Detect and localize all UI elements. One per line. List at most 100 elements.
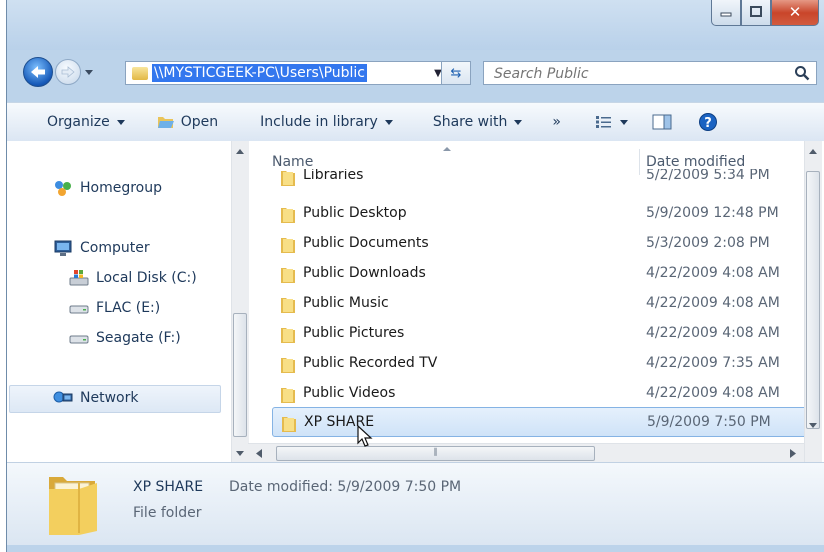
recent-pages-dropdown-icon[interactable] (85, 70, 93, 75)
preview-pane-button[interactable] (652, 114, 672, 130)
scroll-thumb[interactable] (806, 171, 820, 429)
open-folder-icon (157, 117, 174, 128)
address-path[interactable]: \\MYSTICGEEK-PC\Users\Public (152, 64, 367, 82)
folder-icon (281, 358, 295, 373)
minimize-icon (720, 12, 732, 16)
nav-item-homegroup[interactable]: Homegroup (53, 179, 162, 197)
drive-icon (69, 329, 89, 347)
nav-label: Computer (80, 240, 150, 256)
search-icon[interactable] (794, 65, 810, 81)
help-icon: ? (698, 113, 717, 131)
file-row[interactable]: Libraries 5/2/2009 5:34 PM (248, 169, 804, 193)
file-row[interactable]: Public Desktop 5/9/2009 12:48 PM (248, 199, 804, 229)
file-row[interactable]: Public Pictures 4/22/2009 4:08 AM (248, 319, 804, 349)
nav-item-flac[interactable]: FLAC (E:) (69, 299, 160, 317)
file-row[interactable]: Public Downloads 4/22/2009 4:08 AM (248, 259, 804, 289)
scroll-up-icon[interactable] (236, 149, 244, 154)
navigation-bar: \\MYSTICGEEK-PC\Users\Public ▼ ⇆ (7, 52, 824, 92)
share-with-button[interactable]: Share with (433, 114, 523, 130)
scroll-right-icon[interactable] (790, 449, 796, 458)
nav-item-local-disk[interactable]: Local Disk (C:) (69, 269, 197, 287)
help-button[interactable]: ? (698, 112, 718, 132)
homegroup-icon (53, 179, 73, 197)
file-list[interactable]: Name Date modified Libraries 5/2/2009 5:… (248, 141, 804, 462)
forward-button[interactable] (55, 59, 81, 85)
folder-icon (281, 171, 295, 186)
column-header-name[interactable]: Name (272, 154, 313, 170)
nav-item-seagate[interactable]: Seagate (F:) (69, 329, 181, 347)
file-row[interactable]: Public Recorded TV 4/22/2009 7:35 AM (248, 349, 804, 379)
drive-icon (69, 299, 89, 317)
organize-button[interactable]: Organize (47, 114, 125, 130)
include-in-library-button[interactable]: Include in library (260, 114, 393, 130)
details-item-type: File folder (133, 505, 202, 521)
scroll-up-icon[interactable] (809, 149, 817, 154)
mouse-pointer-icon (357, 425, 373, 447)
folder-icon (281, 328, 295, 343)
file-row-selected[interactable]: XP SHARE 5/9/2009 7:50 PM (272, 407, 804, 437)
details-date-modified: Date modified: 5/9/2009 7:50 PM (229, 479, 462, 495)
network-icon (53, 389, 73, 407)
file-date: 5/9/2009 12:48 PM (646, 205, 779, 221)
nav-item-computer[interactable]: Computer (53, 239, 150, 257)
file-name: Public Desktop (303, 205, 407, 221)
sort-ascending-icon (443, 147, 451, 151)
close-button[interactable]: ✕ (771, 0, 819, 26)
file-row[interactable]: Public Videos 4/22/2009 4:08 AM (248, 379, 804, 409)
folder-icon (132, 66, 148, 80)
open-button[interactable]: Open (157, 114, 218, 130)
file-name: Public Videos (303, 385, 396, 401)
search-input[interactable] (492, 63, 786, 85)
nav-label: Network (80, 390, 139, 406)
minimize-button[interactable] (711, 0, 741, 26)
more-commands-label: » (552, 114, 561, 130)
scroll-down-icon[interactable] (809, 423, 817, 428)
command-bar: Organize Open Include in library Share w… (7, 102, 824, 142)
refresh-icon: ⇆ (450, 65, 462, 81)
nav-label: Homegroup (80, 180, 163, 196)
file-row[interactable]: Public Music 4/22/2009 4:08 AM (248, 289, 804, 319)
file-name: Public Documents (303, 235, 429, 251)
windows-drive-icon (69, 269, 89, 287)
navigation-pane[interactable]: Homegroup Computer Local Disk (C:) FLAC … (7, 141, 231, 462)
column-header-date-modified[interactable]: Date modified (646, 154, 745, 170)
explorer-window: ✕ \\MYSTICGEEK-PC\Users\Public ▼ ⇆ Organ… (6, 0, 824, 552)
dropdown-arrow-icon (116, 119, 125, 125)
svg-text:?: ? (704, 116, 712, 131)
navigation-pane-scrollbar[interactable] (231, 141, 249, 462)
address-bar[interactable]: \\MYSTICGEEK-PC\Users\Public ▼ (125, 61, 449, 85)
caption-buttons: ✕ (711, 0, 819, 26)
scroll-down-icon[interactable] (236, 451, 244, 456)
scroll-left-icon[interactable] (256, 449, 262, 458)
change-view-button[interactable] (595, 115, 628, 129)
scroll-thumb[interactable]: ⫼ (276, 446, 595, 461)
nav-label: FLAC (E:) (96, 300, 161, 316)
file-date: 4/22/2009 7:35 AM (646, 355, 780, 371)
nav-item-network[interactable]: Network (53, 389, 138, 407)
share-with-label: Share with (432, 114, 508, 130)
view-list-icon (595, 116, 611, 128)
preview-pane-icon (652, 114, 672, 130)
file-name: Public Pictures (303, 325, 405, 341)
back-button[interactable] (23, 57, 53, 87)
more-commands-button[interactable]: » (552, 114, 561, 130)
details-pane: XP SHARE Date modified: 5/9/2009 7:50 PM… (7, 462, 824, 545)
file-date: 5/2/2009 5:34 PM (646, 169, 770, 183)
file-row[interactable]: Public Documents 5/3/2009 2:08 PM (248, 229, 804, 259)
file-name: Public Downloads (303, 265, 426, 281)
file-name: Public Recorded TV (303, 355, 438, 371)
include-in-library-label: Include in library (260, 114, 378, 130)
file-list-horizontal-scrollbar[interactable]: ⫼ (248, 443, 804, 463)
file-date: 4/22/2009 4:08 AM (646, 265, 780, 281)
folder-icon (281, 238, 295, 253)
file-date: 4/22/2009 4:08 AM (646, 385, 780, 401)
maximize-button[interactable] (741, 0, 771, 26)
refresh-button[interactable]: ⇆ (441, 61, 471, 85)
search-box[interactable] (483, 61, 817, 85)
content-area: Homegroup Computer Local Disk (C:) FLAC … (7, 141, 824, 463)
folder-icon (281, 268, 295, 283)
scroll-thumb[interactable] (233, 313, 247, 437)
title-bar[interactable]: ✕ (7, 0, 824, 50)
file-list-vertical-scrollbar[interactable] (804, 141, 822, 462)
file-name: Public Music (303, 295, 389, 311)
